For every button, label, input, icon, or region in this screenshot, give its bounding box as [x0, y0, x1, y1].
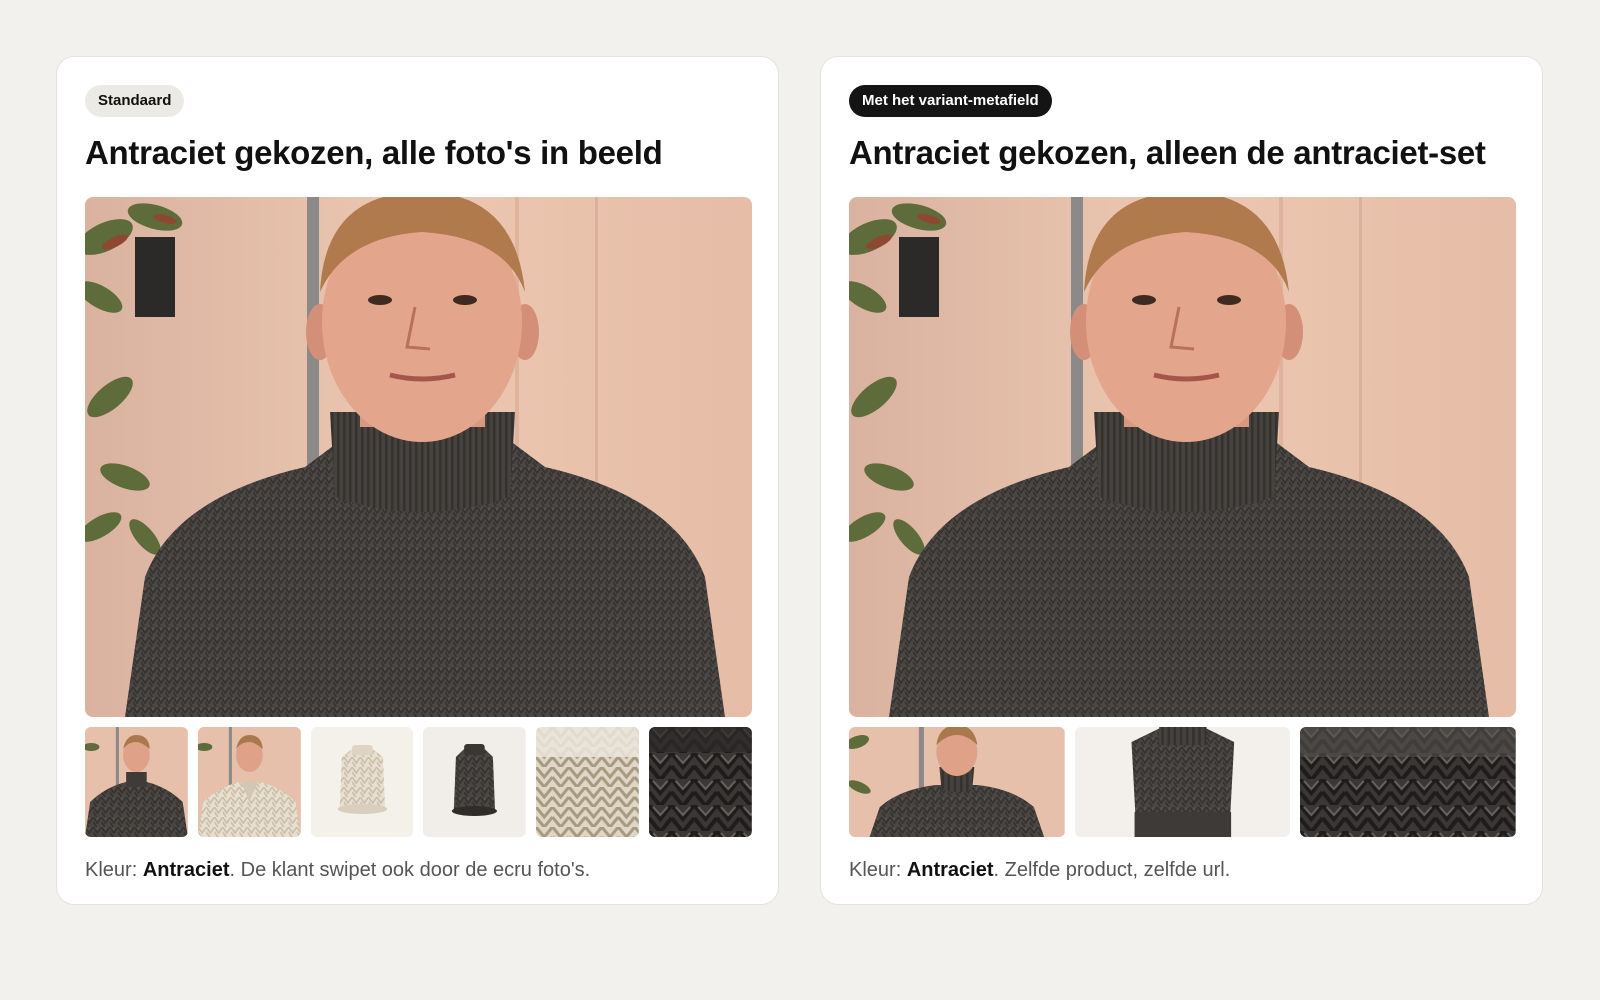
thumbnail-product-antraciet[interactable] [423, 727, 527, 837]
panel-variant-metafield: Met het variant-metafield Antraciet geko… [820, 56, 1543, 905]
variant-metafield-badge: Met het variant-metafield [849, 85, 1052, 117]
sweater-antraciet-photo [1074, 727, 1291, 837]
main-product-photo[interactable] [85, 197, 752, 717]
panel-title: Antraciet gekozen, alleen de antraciet-s… [849, 134, 1486, 171]
sweater-ecru-photo [310, 727, 414, 837]
thumbnail-product-ecru[interactable] [310, 727, 414, 837]
model-antraciet-photo [85, 197, 752, 717]
thumbnail-detail-ecru[interactable] [536, 727, 640, 837]
thumbnail-product-antraciet[interactable] [1074, 727, 1291, 837]
model-ecru-photo [197, 727, 301, 837]
thumbnail-model-antraciet[interactable] [85, 727, 188, 837]
model-antraciet-photo [85, 727, 188, 837]
thumbnail-detail-antraciet[interactable] [1300, 727, 1517, 837]
comparison-stage: Standaard Antraciet gekozen, alle foto's… [0, 0, 1600, 1000]
thumbnail-model-ecru[interactable] [197, 727, 301, 837]
caption-color: Antraciet [142, 859, 230, 881]
caption-prefix: Kleur: [85, 859, 143, 881]
thumbnail-detail-antraciet[interactable] [649, 727, 752, 837]
thumbnail-strip [85, 727, 752, 837]
panel-standard: Standaard Antraciet gekozen, alle foto's… [56, 56, 779, 905]
thumbnail-model-antraciet[interactable] [849, 727, 1065, 837]
knit-antraciet-photo [649, 727, 752, 837]
variant-caption: Kleur: Antraciet. Zelfde product, zelfde… [849, 857, 1516, 883]
model-antraciet-photo [849, 727, 1065, 837]
caption-prefix: Kleur: [849, 859, 907, 881]
standard-badge: Standaard [85, 85, 185, 117]
model-antraciet-photo [849, 197, 1516, 717]
panel-title: Antraciet gekozen, alle foto's in beeld [85, 134, 663, 171]
main-product-photo[interactable] [849, 197, 1516, 717]
caption-suffix: . Zelfde product, zelfde url. [993, 859, 1231, 881]
caption-suffix: . De klant swipet ook door de ecru foto'… [229, 859, 591, 881]
knit-ecru-photo [536, 727, 640, 837]
sweater-antraciet-photo [423, 727, 527, 837]
thumbnail-strip [849, 727, 1517, 837]
knit-antraciet-photo [1300, 727, 1517, 837]
variant-caption: Kleur: Antraciet. De klant swipet ook do… [85, 857, 752, 883]
caption-color: Antraciet [906, 859, 994, 881]
